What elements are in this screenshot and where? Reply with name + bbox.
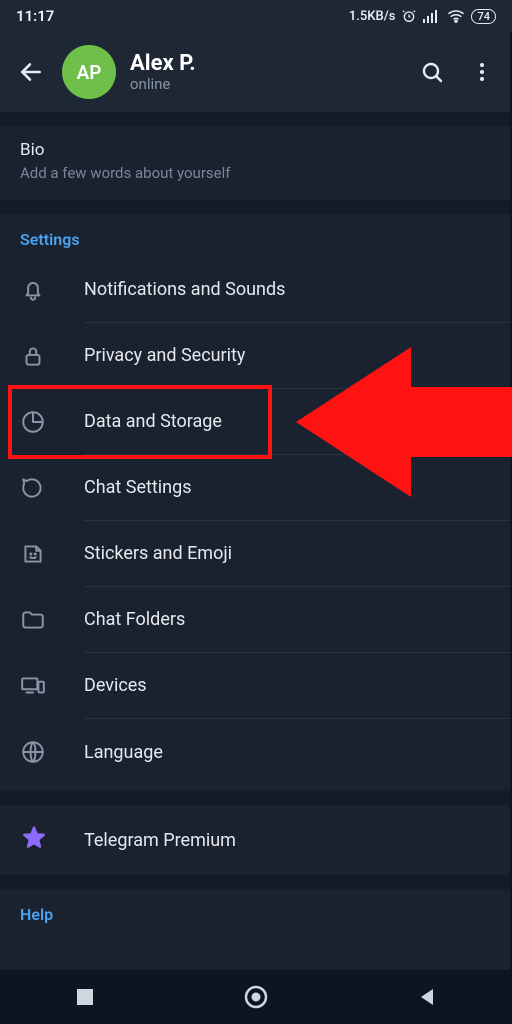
- settings-section: Settings Notifications and SoundsPrivacy…: [0, 214, 512, 791]
- divider: [0, 875, 512, 889]
- chat-icon: [20, 475, 84, 501]
- settings-row-chat-folders[interactable]: Chat Folders: [0, 587, 512, 653]
- settings-row-devices[interactable]: Devices: [0, 653, 512, 719]
- lock-icon: [20, 343, 84, 369]
- settings-row-premium[interactable]: Telegram Premium: [0, 805, 512, 875]
- bio-subtitle: Add a few words about yourself: [0, 164, 512, 200]
- settings-row-label: Privacy and Security: [84, 323, 512, 389]
- profile-status: online: [130, 75, 396, 93]
- settings-row-label: Devices: [84, 653, 512, 719]
- status-bar: 11:17 1.5KB/s 74: [0, 0, 512, 32]
- devices-icon: [20, 673, 84, 699]
- piechart-icon: [20, 409, 84, 435]
- alarm-icon: [401, 8, 417, 24]
- android-nav-bar: [0, 970, 512, 1024]
- status-time: 11:17: [16, 7, 54, 25]
- app-bar: AP Alex P. online: [0, 32, 512, 112]
- globe-icon: [20, 739, 84, 765]
- settings-row-label: Stickers and Emoji: [84, 521, 512, 587]
- settings-row-privacy-and-security[interactable]: Privacy and Security: [0, 323, 512, 389]
- nav-home[interactable]: [206, 974, 306, 1020]
- status-speed: 1.5KB/s: [349, 9, 396, 24]
- divider: [0, 791, 512, 805]
- search-button[interactable]: [410, 50, 454, 94]
- profile-name: Alex P.: [130, 51, 396, 76]
- avatar[interactable]: AP: [62, 45, 116, 99]
- bell-icon: [20, 277, 84, 303]
- folder-icon: [20, 607, 84, 633]
- premium-label: Telegram Premium: [84, 830, 236, 851]
- star-icon: [20, 824, 48, 856]
- settings-row-label: Notifications and Sounds: [84, 257, 512, 323]
- back-button[interactable]: [14, 55, 48, 89]
- settings-row-data-and-storage[interactable]: Data and Storage: [0, 389, 512, 455]
- help-header: Help: [0, 889, 512, 942]
- settings-row-label: Chat Folders: [84, 587, 512, 653]
- signal-icon: [423, 9, 441, 23]
- settings-header: Settings: [0, 214, 512, 257]
- sticker-icon: [20, 541, 84, 567]
- settings-row-label: Language: [84, 719, 512, 785]
- settings-row-stickers-and-emoji[interactable]: Stickers and Emoji: [0, 521, 512, 587]
- divider: [0, 112, 512, 126]
- nav-recent[interactable]: [35, 974, 135, 1020]
- help-section: Help: [0, 889, 512, 942]
- battery-icon: 74: [471, 9, 496, 24]
- nav-back[interactable]: [377, 974, 477, 1020]
- bio-section[interactable]: Bio Add a few words about yourself: [0, 126, 512, 200]
- more-button[interactable]: [460, 50, 504, 94]
- settings-row-chat-settings[interactable]: Chat Settings: [0, 455, 512, 521]
- status-icons: 1.5KB/s 74: [349, 8, 496, 24]
- settings-row-language[interactable]: Language: [0, 719, 512, 785]
- bio-title: Bio: [0, 126, 512, 164]
- settings-row-label: Data and Storage: [84, 389, 512, 455]
- wifi-icon: [447, 9, 465, 23]
- settings-row-label: Chat Settings: [84, 455, 512, 521]
- divider: [0, 200, 512, 214]
- settings-row-notifications-and-sounds[interactable]: Notifications and Sounds: [0, 257, 512, 323]
